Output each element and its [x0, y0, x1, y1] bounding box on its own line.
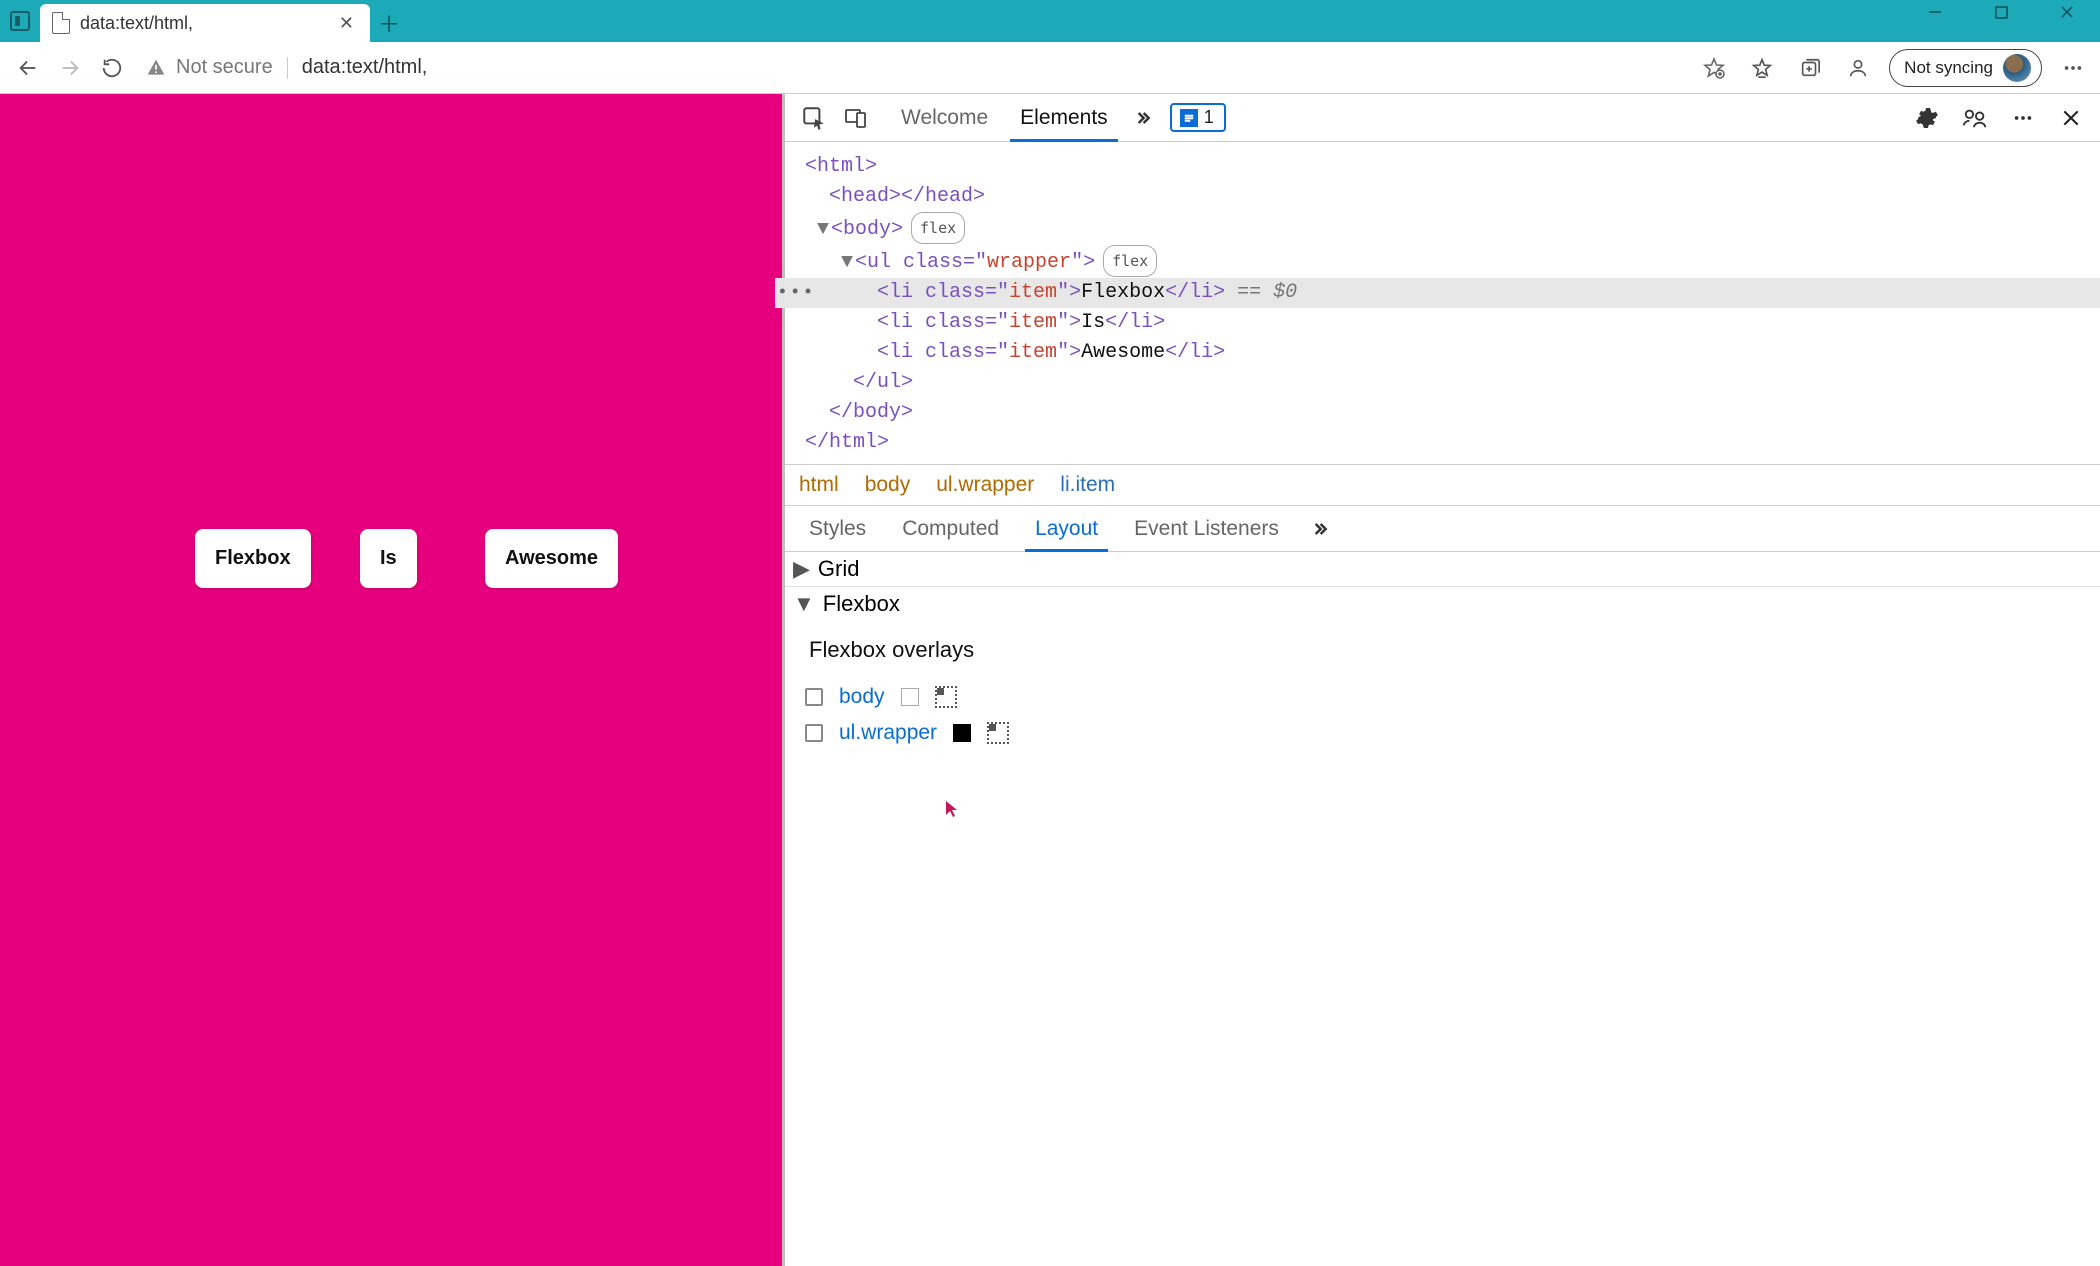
app-icon [0, 0, 40, 42]
dom-node[interactable]: <html> [805, 152, 2090, 182]
section-flexbox[interactable]: ▼ Flexbox [785, 587, 2100, 621]
dom-node[interactable]: <li class="item">Is</li> [805, 308, 2090, 338]
issues-icon [1180, 109, 1198, 127]
flex-badge[interactable]: flex [1103, 245, 1157, 277]
overlay-target-link[interactable]: body [839, 685, 885, 709]
overlay-checkbox[interactable] [805, 688, 823, 706]
profile-icon[interactable] [1841, 51, 1875, 85]
devtools-tabs-overflow[interactable] [1124, 94, 1160, 141]
dom-node[interactable]: ▼<ul class="wrapper">flex [805, 245, 2090, 278]
nav-reload-button[interactable] [94, 50, 130, 86]
devtools-feedback-button[interactable] [1954, 97, 1996, 139]
sync-status-button[interactable]: Not syncing [1889, 49, 2042, 87]
tab-close-button[interactable]: ✕ [335, 11, 358, 36]
tab-title: data:text/html, [80, 13, 325, 34]
flex-item: Is [360, 529, 417, 588]
dom-node[interactable]: </ul> [805, 368, 2090, 398]
dom-breadcrumb: html body ul.wrapper li.item [785, 464, 2100, 506]
section-grid[interactable]: ▶ Grid [785, 552, 2100, 586]
devtools-tab-welcome[interactable]: Welcome [885, 94, 1004, 141]
window-close-button[interactable] [2034, 0, 2100, 24]
browser-tab[interactable]: data:text/html, ✕ [40, 4, 370, 42]
nav-forward-button[interactable] [52, 50, 88, 86]
disclosure-triangle-icon: ▼ [793, 591, 815, 617]
flex-item: Flexbox [195, 529, 311, 588]
add-favorite-icon[interactable] [1697, 51, 1731, 85]
mouse-cursor [945, 800, 959, 818]
crumb[interactable]: body [865, 473, 911, 497]
omnibox-divider [287, 57, 288, 79]
page-icon [52, 12, 70, 34]
collections-icon[interactable] [1793, 51, 1827, 85]
issues-count: 1 [1204, 107, 1214, 128]
section-title: Flexbox [823, 591, 900, 617]
section-title: Grid [818, 556, 860, 582]
avatar [2003, 54, 2031, 82]
styles-tabs: Styles Computed Layout Event Listeners [785, 506, 2100, 552]
disclosure-triangle-icon: ▶ [793, 556, 810, 582]
window-titlebar: data:text/html, ✕ ＋ [0, 0, 2100, 42]
new-tab-button[interactable]: ＋ [370, 4, 408, 42]
flexbox-overlay-row: body [805, 679, 2090, 715]
issues-button[interactable]: 1 [1170, 103, 1226, 132]
tab-event-listeners[interactable]: Event Listeners [1116, 506, 1297, 551]
tab-layout[interactable]: Layout [1017, 506, 1116, 551]
dom-node[interactable]: <head></head> [805, 182, 2090, 212]
dom-node-selected[interactable]: ••• <li class="item">Flexbox</li> == $0 [775, 278, 2100, 308]
flex-overlay-icon[interactable] [987, 722, 1009, 744]
tab-computed[interactable]: Computed [884, 506, 1017, 551]
page-viewport: Flexbox Is Awesome [0, 94, 782, 1266]
favorites-icon[interactable] [1745, 51, 1779, 85]
devtools-close-button[interactable] [2050, 97, 2092, 139]
omnibox[interactable]: Not secure data:text/html, [136, 49, 1683, 87]
styles-tabs-overflow[interactable] [1301, 519, 1337, 539]
flex-overlay-icon[interactable] [935, 686, 957, 708]
overlay-target-link[interactable]: ul.wrapper [839, 721, 937, 745]
window-minimize-button[interactable] [1902, 0, 1968, 24]
flex-item: Awesome [485, 529, 618, 588]
dom-node[interactable]: </body> [805, 398, 2090, 428]
flexbox-overlays-title: Flexbox overlays [805, 629, 2090, 679]
dom-tree[interactable]: <html> <head></head> ▼<body>flex ▼<ul cl… [785, 142, 2100, 464]
crumb[interactable]: ul.wrapper [936, 473, 1034, 497]
crumb[interactable]: html [799, 473, 839, 497]
tab-styles[interactable]: Styles [791, 506, 884, 551]
overlay-checkbox[interactable] [805, 724, 823, 742]
browser-menu-button[interactable] [2056, 51, 2090, 85]
sync-status-text: Not syncing [1904, 58, 1993, 78]
color-swatch[interactable] [901, 688, 919, 706]
inspect-element-button[interactable] [793, 97, 835, 139]
security-label: Not secure [176, 56, 273, 79]
device-toolbar-button[interactable] [835, 97, 877, 139]
dom-node[interactable]: </html> [805, 428, 2090, 458]
dom-node[interactable]: ▼<body>flex [805, 212, 2090, 245]
not-secure-icon [146, 58, 166, 78]
window-maximize-button[interactable] [1968, 0, 2034, 24]
color-swatch[interactable] [953, 724, 971, 742]
flex-badge[interactable]: flex [911, 212, 965, 244]
devtools-panel: Welcome Elements 1 [782, 94, 2100, 1266]
url-text: data:text/html, [302, 56, 428, 79]
address-bar: Not secure data:text/html, Not syncing [0, 42, 2100, 94]
nav-back-button[interactable] [10, 50, 46, 86]
devtools-settings-button[interactable] [1906, 97, 1948, 139]
devtools-tab-elements[interactable]: Elements [1004, 94, 1124, 141]
crumb[interactable]: li.item [1060, 473, 1115, 497]
devtools-menu-button[interactable] [2002, 97, 2044, 139]
flexbox-overlay-row: ul.wrapper [805, 715, 2090, 751]
dom-node[interactable]: <li class="item">Awesome</li> [805, 338, 2090, 368]
